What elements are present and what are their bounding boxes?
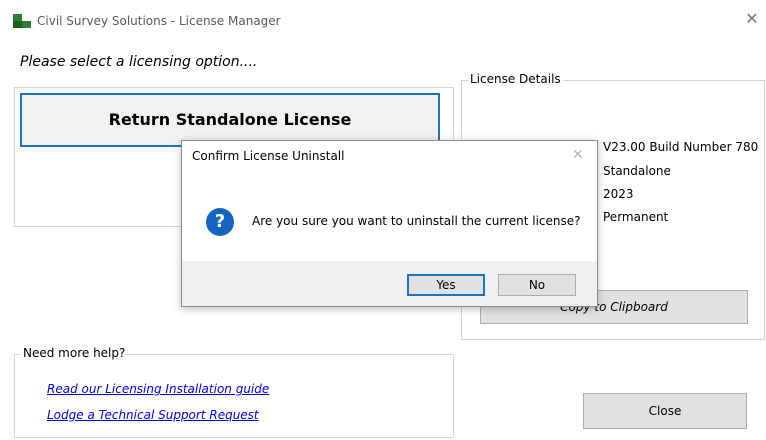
close-button[interactable]: Close: [583, 393, 747, 429]
license-type-value: Standalone: [603, 164, 671, 178]
return-standalone-license-button[interactable]: Return Standalone License: [20, 93, 440, 147]
license-version-value: V23.00 Build Number 780: [603, 140, 759, 154]
license-term-value: Permanent: [603, 210, 669, 224]
license-year-value: 2023: [603, 187, 634, 201]
no-button[interactable]: No: [498, 274, 576, 296]
question-icon: ?: [206, 208, 234, 236]
yes-button[interactable]: Yes: [407, 274, 485, 296]
license-details-legend: License Details: [468, 72, 563, 86]
close-icon[interactable]: ✕: [744, 11, 760, 27]
dialog-close-icon[interactable]: ✕: [572, 147, 584, 163]
dialog-body: ? Are you sure you want to uninstall the…: [182, 173, 597, 261]
confirm-uninstall-dialog: Confirm License Uninstall ✕ ? Are you su…: [181, 140, 598, 307]
help-legend: Need more help?: [21, 346, 128, 360]
app-logo-icon: [13, 14, 31, 28]
dialog-title: Confirm License Uninstall: [192, 149, 345, 163]
licensing-guide-link[interactable]: Read our Licensing Installation guide: [47, 382, 269, 396]
help-group: Need more help?: [14, 346, 454, 438]
window-title: Civil Survey Solutions - License Manager: [37, 14, 281, 28]
dialog-message: Are you sure you want to uninstall the c…: [252, 214, 581, 228]
support-request-link[interactable]: Lodge a Technical Support Request: [47, 408, 259, 422]
title-bar: Civil Survey Solutions - License Manager…: [0, 0, 766, 44]
instruction-text: Please select a licensing option....: [20, 54, 258, 70]
